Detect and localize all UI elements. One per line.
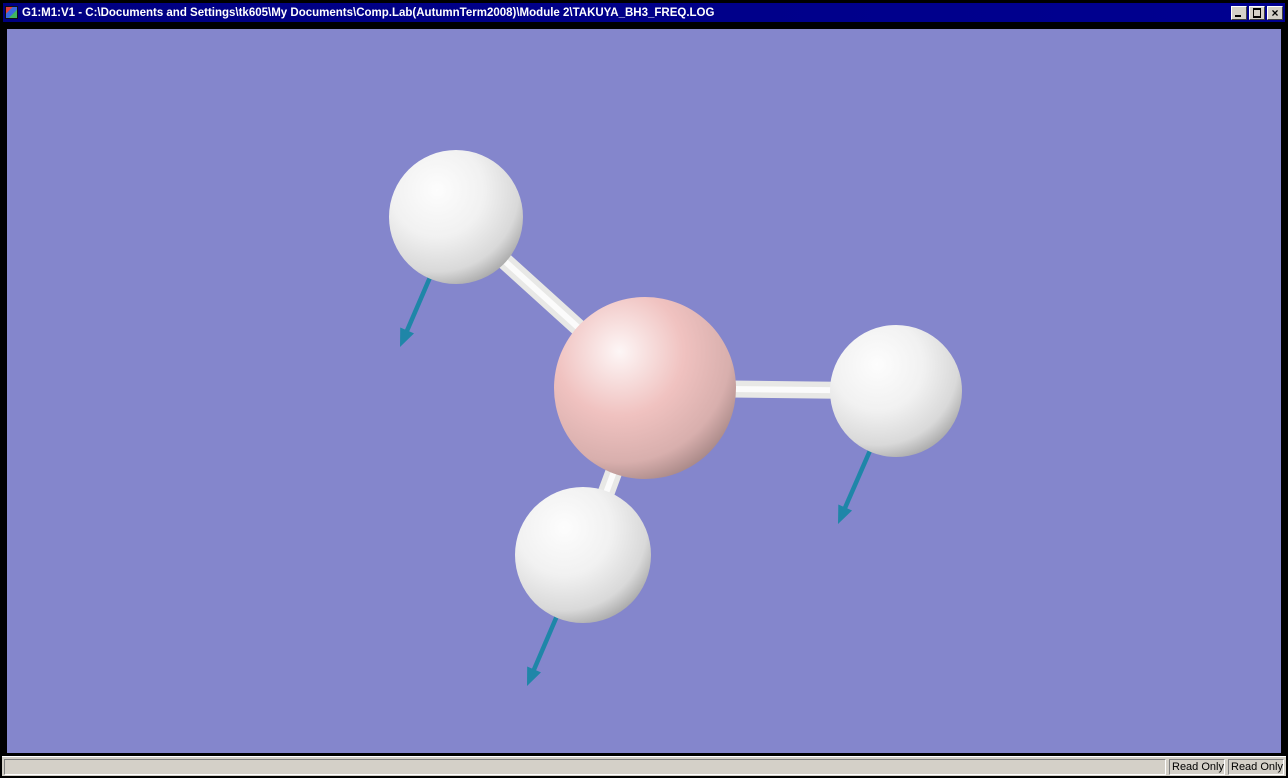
- atom-H[interactable]: [389, 150, 523, 284]
- app-icon: [5, 6, 18, 19]
- title-bar: G1:M1:V1 - C:\Documents and Settings\tk6…: [3, 3, 1285, 22]
- window-title: G1:M1:V1 - C:\Documents and Settings\tk6…: [22, 6, 715, 19]
- read-only-badge-2: Read Only: [1228, 758, 1284, 775]
- molecule-viewport[interactable]: [7, 29, 1281, 753]
- status-message-panel: [4, 758, 1166, 775]
- close-button[interactable]: ×: [1267, 5, 1283, 20]
- minimize-button[interactable]: [1231, 5, 1247, 20]
- atom-H[interactable]: [515, 487, 651, 623]
- close-icon: ×: [1271, 5, 1279, 20]
- atom-B[interactable]: [554, 297, 736, 479]
- vibration-vector-arrowhead: [527, 666, 541, 686]
- restore-icon: [1253, 7, 1261, 18]
- atom-H[interactable]: [830, 325, 962, 457]
- restore-button[interactable]: [1249, 5, 1265, 20]
- read-only-badge-1: Read Only: [1169, 758, 1225, 775]
- vibration-vector-arrowhead: [400, 327, 415, 347]
- window-controls: ×: [1231, 5, 1283, 20]
- minimize-icon: [1235, 14, 1241, 17]
- status-bar: Read Only Read Only: [2, 756, 1286, 776]
- molecule-canvas[interactable]: [7, 29, 1281, 753]
